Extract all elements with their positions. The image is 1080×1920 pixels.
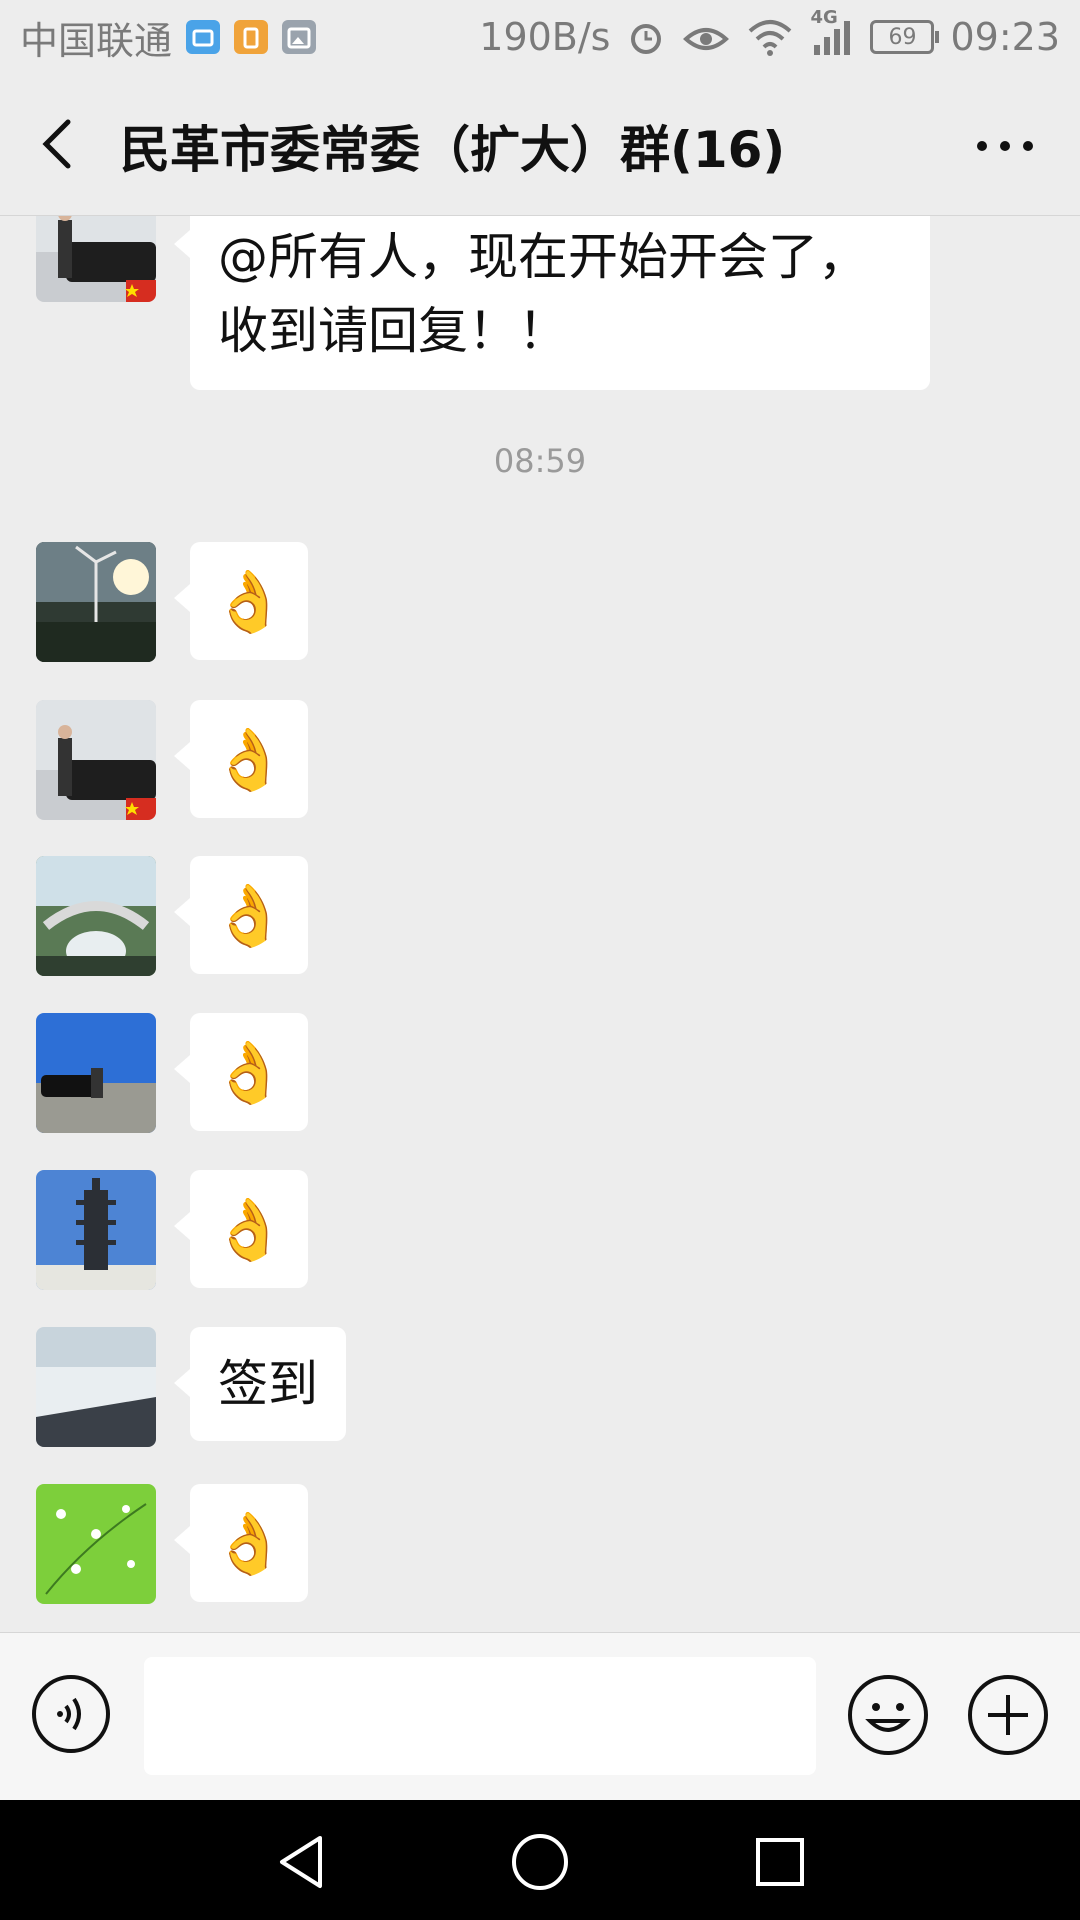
message-bubble[interactable]: 👌	[174, 1013, 308, 1131]
alarm-icon	[631, 24, 662, 54]
cell-signal-icon: 4G	[810, 7, 854, 57]
message-input[interactable]	[144, 1657, 816, 1775]
gallery-icon	[282, 20, 317, 54]
message-bubble[interactable]: @所有人，现在开始开会了，收到请回复！！	[174, 216, 930, 390]
avatar[interactable]	[36, 1013, 156, 1133]
avatar[interactable]	[36, 1484, 156, 1604]
ok-hand-emoji: 👌	[211, 880, 287, 951]
message-bubble[interactable]: 👌	[174, 1484, 308, 1602]
chevron-left-icon[interactable]	[34, 114, 84, 174]
more-dots-icon[interactable]	[970, 126, 1040, 166]
message-text: @所有人，现在开始开会了，收到请回复！！	[218, 228, 868, 360]
avatar[interactable]	[36, 1170, 156, 1290]
nav-back-icon[interactable]	[272, 1832, 332, 1892]
emoji-icon[interactable]	[846, 1673, 930, 1757]
ok-hand-emoji: 👌	[211, 1194, 287, 1265]
ok-hand-emoji: 👌	[211, 566, 287, 637]
voice-icon[interactable]	[30, 1673, 112, 1755]
avatar[interactable]	[36, 1327, 156, 1447]
message-bubble[interactable]: 👌	[174, 700, 308, 818]
nav-recents-icon[interactable]	[750, 1832, 810, 1892]
message-text: 签到	[218, 1355, 318, 1413]
battery-indicator: 69	[870, 20, 940, 54]
plus-icon[interactable]	[966, 1673, 1050, 1757]
chat-title: 民革市委常委（扩大）群(16)	[120, 121, 786, 179]
clock: 09:23	[950, 15, 1060, 59]
wifi-icon	[749, 20, 792, 56]
ok-hand-emoji: 👌	[211, 724, 287, 795]
message-bubble[interactable]: 签到	[174, 1327, 346, 1441]
ok-hand-emoji: 👌	[211, 1037, 287, 1108]
message-bubble[interactable]: 👌	[174, 856, 308, 974]
avatar[interactable]	[36, 856, 156, 976]
status-bar: 中国联通 190B/s 4G 69 09:23	[0, 0, 1080, 74]
notification-app-icon-orange	[234, 20, 269, 54]
avatar[interactable]	[36, 700, 156, 820]
system-nav-bar	[0, 1800, 1080, 1920]
input-bar	[0, 1632, 1080, 1800]
avatar[interactable]	[36, 216, 156, 302]
timestamp: 08:59	[493, 442, 587, 480]
message-bubble[interactable]: 👌	[174, 1170, 308, 1288]
message-list[interactable]: @所有人，现在开始开会了，收到请回复！！ 08:59 👌 👌 👌 👌 👌 签到 …	[0, 216, 1080, 1632]
avatar[interactable]	[36, 542, 156, 662]
message-bubble[interactable]: 👌	[174, 542, 308, 660]
network-speed: 190B/s	[479, 15, 611, 59]
carrier-label: 中国联通	[20, 18, 173, 63]
battery-level: 69	[888, 24, 917, 50]
notification-app-icon-blue	[186, 20, 221, 54]
chat-header: 民革市委常委（扩大）群(16)	[0, 74, 1080, 216]
ok-hand-emoji: 👌	[211, 1508, 287, 1579]
nav-home-icon[interactable]	[510, 1832, 570, 1892]
eye-comfort-icon	[683, 28, 730, 50]
